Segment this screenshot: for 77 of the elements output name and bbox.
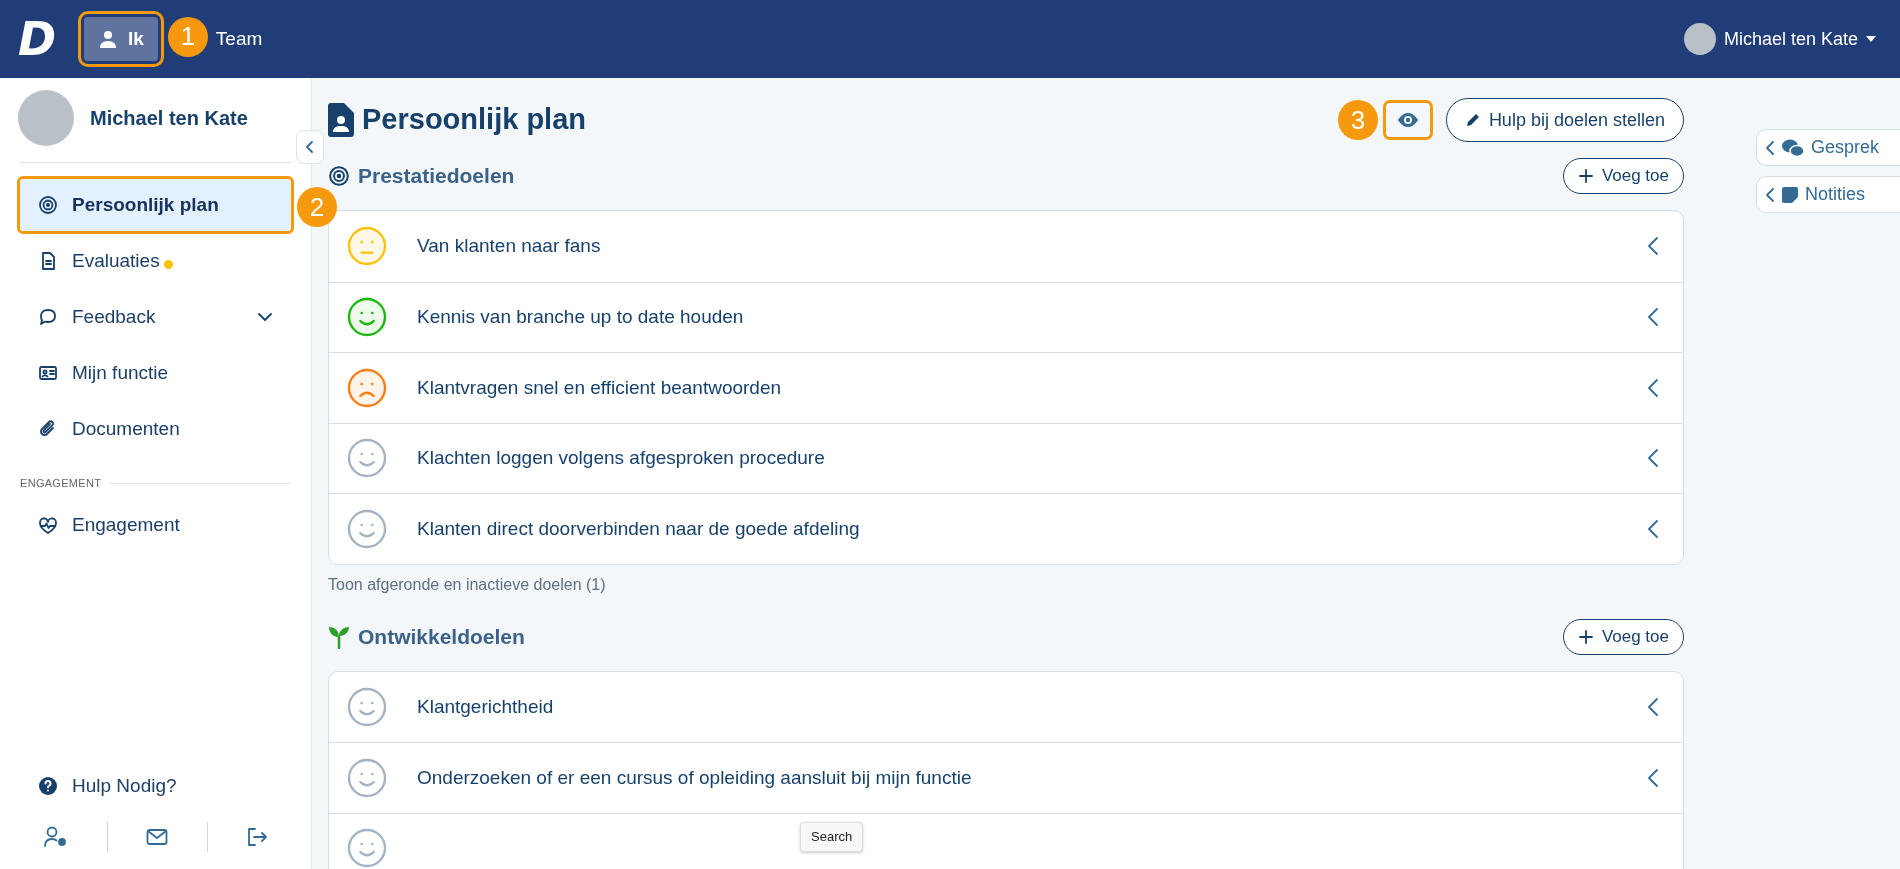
sidebar-item[interactable]: Documenten xyxy=(20,403,291,455)
page-title: Persoonlijk plan xyxy=(362,102,586,138)
logout-icon xyxy=(245,827,268,848)
sidebar-item[interactable]: Evaluaties xyxy=(20,235,291,287)
goal-title: Kennis van branche up to date houden xyxy=(417,305,745,329)
sidebar-item[interactable]: Engagement xyxy=(20,499,291,552)
sidebar-item[interactable]: Persoonlijk plan xyxy=(20,179,291,231)
target-icon xyxy=(328,165,350,187)
chevron-left-icon xyxy=(1765,139,1775,156)
heart-icon xyxy=(38,515,58,536)
tooltip: Search xyxy=(800,822,864,852)
profile-name: Michael ten Kate xyxy=(90,106,248,131)
sidebar-item[interactable]: Mijn functie xyxy=(20,347,291,399)
goal-title: Klantgerichtheid xyxy=(417,694,555,719)
goal-row[interactable]: Klantgerichtheid xyxy=(329,671,1683,742)
chat-icon xyxy=(38,307,58,327)
add-button[interactable]: Voeg toe xyxy=(1562,618,1684,655)
chevron-left-icon xyxy=(304,139,316,155)
avatar xyxy=(1683,23,1716,55)
goal-title: Van klanten naar fans xyxy=(417,234,602,258)
goal-row[interactable]: Klanten direct doorverbinden naar de goede afdeling xyxy=(329,493,1683,564)
user-name: Michael ten Kate xyxy=(1723,27,1858,51)
view-button[interactable] xyxy=(1385,103,1430,137)
chevron-left-icon xyxy=(1647,377,1659,398)
sidebar-item[interactable]: Feedback xyxy=(20,291,291,343)
side-panel-tab[interactable]: Notities xyxy=(1756,176,1900,213)
envelope-icon xyxy=(146,828,169,847)
card-icon xyxy=(38,363,58,383)
pencil-icon xyxy=(1464,112,1481,128)
side-panel-tab[interactable]: Gesprek xyxy=(1756,129,1900,166)
item-label: Feedback xyxy=(72,304,156,329)
chevron-left-icon xyxy=(1647,236,1659,257)
goal-title: Klanten direct doorverbinden naar de goede afdeling xyxy=(417,516,861,541)
caret-icon xyxy=(1866,35,1876,43)
item-label: Mijn functie xyxy=(72,360,169,385)
avatar xyxy=(18,90,74,146)
sprout-icon xyxy=(328,624,350,649)
chevron-left-icon xyxy=(1765,186,1775,203)
goal-row[interactable]: Kennis van branche up to date houden xyxy=(329,281,1683,352)
help-link[interactable]: Hulp Nodig? xyxy=(20,760,291,813)
goal-row[interactable]: Klachten loggen volgens afgesproken procedure xyxy=(329,422,1683,493)
chevron-left-icon xyxy=(1647,767,1659,788)
goal-title: Klachten loggen volgens afgesproken procedure xyxy=(417,446,826,470)
show-completed-link[interactable]: Toon afgeronde en inactieve doelen (1) xyxy=(328,572,606,597)
section-heading: Prestatiedoelen xyxy=(358,163,515,190)
chevron-left-icon xyxy=(1647,307,1659,328)
item-label: Engagement xyxy=(72,513,180,538)
callout-marker: 3 xyxy=(1337,100,1378,140)
sticky-note-icon xyxy=(1781,185,1799,204)
callout-marker: 1 xyxy=(167,16,208,57)
item-label: Persoonlijk plan xyxy=(72,192,219,217)
chat-bubbles-icon xyxy=(1781,137,1805,158)
user-menu[interactable]: Michael ten Kate xyxy=(1677,22,1882,56)
nav-tab[interactable]: Team xyxy=(215,16,277,62)
add-button[interactable]: Voeg toe xyxy=(1562,158,1684,194)
target-icon xyxy=(38,195,58,215)
goal-title: Klantvragen snel en efficient beantwoorden xyxy=(417,375,783,400)
callout-marker: 2 xyxy=(297,187,337,227)
item-label: Documenten xyxy=(72,416,180,441)
document-person-icon xyxy=(328,103,354,137)
logo: D xyxy=(18,16,58,62)
help-icon xyxy=(38,776,58,797)
section-heading: Ontwikkeldoelen xyxy=(358,623,525,650)
chevron-left-icon xyxy=(1647,696,1659,717)
item-label: Evaluaties xyxy=(72,248,160,273)
eye-icon xyxy=(1396,112,1419,128)
goal-title: Onderzoeken of er een cursus of opleiding aansluit bij mijn functie xyxy=(417,765,973,790)
plus-icon xyxy=(1577,628,1594,645)
chevron-left-icon xyxy=(1647,518,1659,539)
plus-icon xyxy=(1577,168,1594,184)
collapse-button[interactable] xyxy=(296,130,324,164)
chevron-left-icon xyxy=(1647,448,1659,469)
goal-row[interactable]: Klantvragen snel en efficient beantwoorden xyxy=(329,352,1683,423)
goal-row[interactable]: Onderzoeken of er een cursus of opleiding aansluit bij mijn functie xyxy=(329,742,1683,813)
section-label: ENGAGEMENT xyxy=(20,476,102,491)
user-icon xyxy=(98,29,118,49)
help-goals-button[interactable]: Hulp bij doelen stellen xyxy=(1445,98,1684,142)
